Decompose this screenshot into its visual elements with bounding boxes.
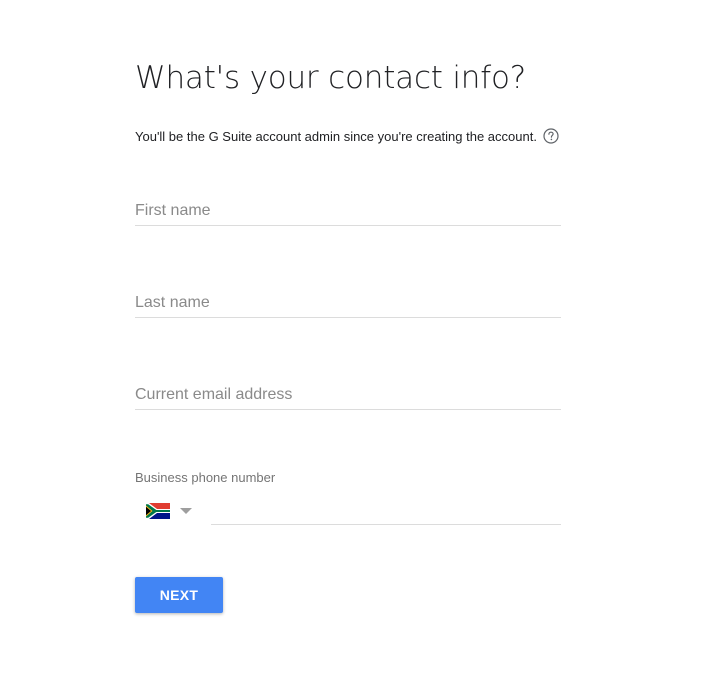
dropdown-arrow-icon xyxy=(180,508,192,514)
help-circle-icon[interactable] xyxy=(543,128,559,144)
page-title: What's your contact info? xyxy=(135,60,526,96)
country-code-select[interactable] xyxy=(146,500,198,522)
subtitle-text: You'll be the G Suite account admin sinc… xyxy=(135,128,537,144)
contact-info-page: What's your contact info? You'll be the … xyxy=(0,0,713,698)
phone-number-field[interactable] xyxy=(211,498,561,525)
email-field[interactable] xyxy=(135,383,561,410)
first-name-input[interactable] xyxy=(135,199,561,223)
first-name-field[interactable] xyxy=(135,199,561,226)
south-africa-flag-icon xyxy=(146,503,170,519)
last-name-field[interactable] xyxy=(135,291,561,318)
phone-number-input[interactable] xyxy=(211,498,561,522)
phone-label: Business phone number xyxy=(135,470,276,485)
subtitle-row: You'll be the G Suite account admin sinc… xyxy=(135,128,559,144)
last-name-input[interactable] xyxy=(135,291,561,315)
email-input[interactable] xyxy=(135,383,561,407)
next-button[interactable]: NEXT xyxy=(135,577,223,613)
